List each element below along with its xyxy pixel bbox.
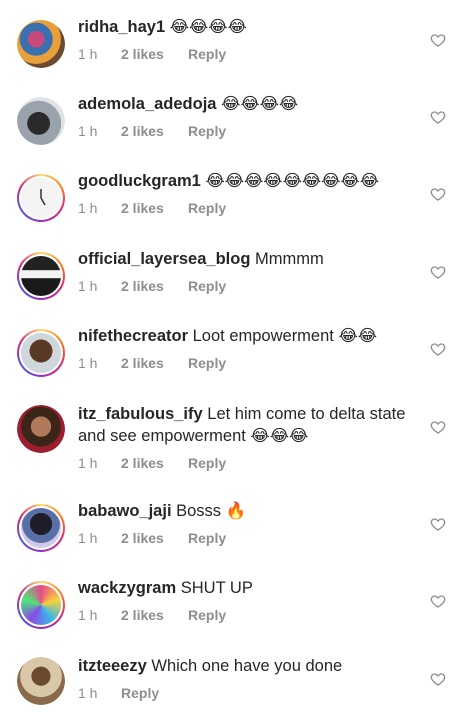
reply-button[interactable]: Reply [121,685,159,701]
comment-text: Bosss 🔥 [176,502,247,520]
reply-button[interactable]: Reply [188,355,226,371]
comment-username[interactable]: nifethecreator [78,327,188,345]
heart-outline-icon[interactable] [430,109,446,125]
comment-time: 1 h [78,530,98,546]
comment-meta: 1 h 2 likes Reply [78,455,426,471]
comment-likes[interactable]: 2 likes [121,278,188,294]
heart-outline-icon[interactable] [430,32,446,48]
reply-button[interactable]: Reply [188,607,226,623]
comment-meta: 1 h 2 likes Reply [78,278,426,294]
heart-outline-icon[interactable] [430,671,446,687]
comment-username[interactable]: goodluckgram1 [78,172,201,190]
comment-likes[interactable]: 2 likes [121,355,188,371]
comment-time: 1 h [78,123,98,139]
heart-outline-icon[interactable] [430,186,446,202]
reply-button[interactable]: Reply [188,200,226,216]
comment-likes[interactable]: 2 likes [121,607,188,623]
comment-meta: 1 h 2 likes Reply [78,123,426,139]
comment-text: Loot empowerment 😂😂 [192,327,378,345]
heart-outline-icon[interactable] [430,419,446,435]
clock-icon [40,189,46,206]
reply-button[interactable]: Reply [188,123,226,139]
avatar[interactable] [17,174,65,222]
comment-list: ridha_hay1 😂😂😂😂 1 h 2 likes Reply ademol… [0,0,472,712]
heart-outline-icon[interactable] [430,341,446,357]
comment-likes[interactable]: 2 likes [121,455,188,471]
avatar[interactable] [17,20,65,68]
comment-text: 😂😂😂😂 [221,95,299,113]
reply-button[interactable]: Reply [188,455,226,471]
comment-username[interactable]: wackzygram [78,579,176,597]
comment-meta: 1 h Reply [78,685,426,701]
comment-meta: 1 h 2 likes Reply [78,200,426,216]
avatar[interactable] [17,504,65,552]
reply-button[interactable]: Reply [188,530,226,546]
comment-text: 😂😂😂😂 [169,18,247,36]
comment-text: 😂😂😂😂😂😂😂😂😂 [205,172,379,190]
comment-time: 1 h [78,455,98,471]
avatar[interactable] [17,329,65,377]
heart-outline-icon[interactable] [430,516,446,532]
comment-username[interactable]: official_layersea_blog [78,250,250,268]
comment-username[interactable]: itzteeezy [78,657,147,675]
comment-username[interactable]: ridha_hay1 [78,18,165,36]
comment-meta: 1 h 2 likes Reply [78,46,426,62]
comment-time: 1 h [78,278,98,294]
comment-username[interactable]: ademola_adedoja [78,95,216,113]
reply-button[interactable]: Reply [188,278,226,294]
heart-outline-icon[interactable] [430,593,446,609]
comment-likes[interactable]: 2 likes [121,200,188,216]
avatar[interactable] [17,581,65,629]
avatar[interactable] [17,405,65,453]
comment-time: 1 h [78,355,98,371]
comment-username[interactable]: babawo_jaji [78,502,172,520]
comment-meta: 1 h 2 likes Reply [78,607,426,623]
comment-time: 1 h [78,46,98,62]
comment-meta: 1 h 2 likes Reply [78,355,426,371]
avatar[interactable] [17,657,65,705]
comment-meta: 1 h 2 likes Reply [78,530,426,546]
comment-text: Mmmmm [255,250,324,268]
heart-outline-icon[interactable] [430,264,446,280]
comment-username[interactable]: itz_fabulous_ify [78,405,203,423]
comment-text: Which one have you done [151,657,343,675]
comment-time: 1 h [78,685,98,701]
comment-likes[interactable]: 2 likes [121,46,188,62]
avatar[interactable] [17,252,65,300]
avatar[interactable] [17,97,65,145]
reply-button[interactable]: Reply [188,46,226,62]
comment-time: 1 h [78,200,98,216]
comment-text: SHUT UP [180,579,253,597]
comment-likes[interactable]: 2 likes [121,530,188,546]
comment-likes[interactable]: 2 likes [121,123,188,139]
comment-time: 1 h [78,607,98,623]
